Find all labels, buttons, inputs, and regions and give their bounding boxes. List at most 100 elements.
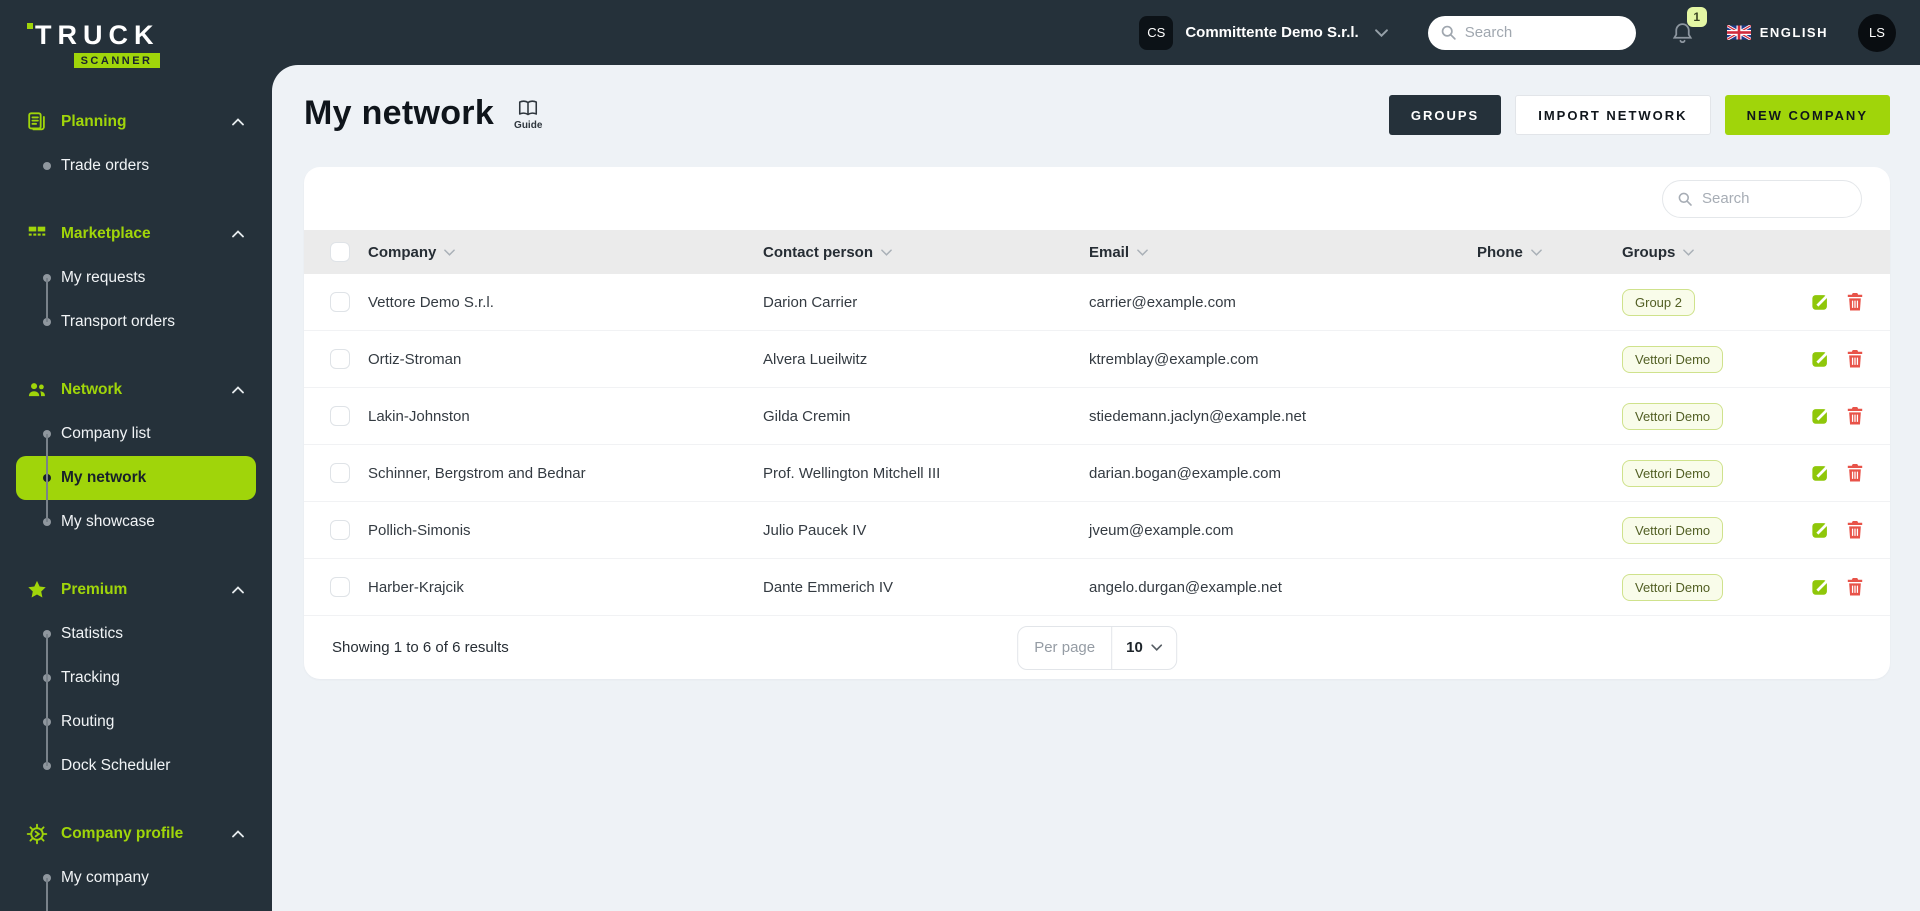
cell-company: Harber-Krajcik xyxy=(368,578,464,596)
column-header-contact-person[interactable]: Contact person xyxy=(763,244,1089,261)
logo-scanner-text: SCANNER xyxy=(73,53,160,68)
row-checkbox[interactable] xyxy=(330,292,350,312)
page-title: My network xyxy=(304,94,495,132)
sidebar-item-my-network[interactable]: My network xyxy=(16,456,256,500)
cell-company: Lakin-Johnston xyxy=(368,407,470,425)
nav-group-planning: Planning Trade orders xyxy=(0,100,272,188)
nav-group-company-profile: Company profile My company xyxy=(0,812,272,911)
import-network-button[interactable]: IMPORT NETWORK xyxy=(1515,95,1711,135)
column-header-email[interactable]: Email xyxy=(1089,244,1477,261)
new-company-button[interactable]: NEW COMPANY xyxy=(1724,95,1890,135)
sidebar-section-marketplace[interactable]: Marketplace xyxy=(0,212,272,256)
select-all-checkbox[interactable] xyxy=(330,242,350,262)
column-header-company[interactable]: Company xyxy=(368,244,763,261)
edit-icon[interactable] xyxy=(1811,520,1831,540)
cell-contact: Alvera Lueilwitz xyxy=(763,350,868,368)
row-checkbox[interactable] xyxy=(330,463,350,483)
sidebar-item-company-list[interactable]: Company list xyxy=(0,412,272,456)
edit-icon[interactable] xyxy=(1811,577,1831,597)
trash-icon[interactable] xyxy=(1846,406,1864,426)
bullet-icon xyxy=(43,718,51,726)
sidebar-item-statistics[interactable]: Statistics xyxy=(0,612,272,656)
sidebar-nav: Planning Trade orders Marketplace My req… xyxy=(0,100,272,911)
sort-chevron-icon xyxy=(881,248,892,256)
bullet-icon xyxy=(43,630,51,638)
sort-chevron-icon xyxy=(444,248,456,256)
per-page-selector[interactable]: Per page 10 xyxy=(1017,625,1177,670)
edit-icon[interactable] xyxy=(1811,406,1831,426)
column-header-groups[interactable]: Groups xyxy=(1622,244,1805,261)
row-checkbox[interactable] xyxy=(330,406,350,426)
organization-selector[interactable]: CS Committente Demo S.r.l. xyxy=(1139,15,1388,50)
trash-icon[interactable] xyxy=(1846,577,1864,597)
uk-flag-icon xyxy=(1726,25,1751,40)
chevron-up-icon xyxy=(232,118,244,126)
sidebar-item-label: Transport orders xyxy=(61,313,175,330)
sidebar-item-trade-orders[interactable]: Trade orders xyxy=(0,144,272,188)
row-checkbox[interactable] xyxy=(330,349,350,369)
table-search-input[interactable] xyxy=(1702,190,1847,207)
cell-email: carrier@example.com xyxy=(1089,293,1236,311)
sidebar-item-my-company[interactable]: My company xyxy=(0,856,272,900)
sidebar-section-planning[interactable]: Planning xyxy=(0,100,272,144)
guide-button[interactable]: Guide xyxy=(514,99,542,131)
row-checkbox[interactable] xyxy=(330,577,350,597)
logo-truck-text: TRUCK xyxy=(26,22,160,49)
sort-chevron-icon xyxy=(1531,248,1542,256)
sidebar-item-label: Routing xyxy=(61,713,115,730)
cell-contact: Gilda Cremin xyxy=(763,407,851,425)
sort-chevron-icon xyxy=(1137,248,1148,256)
group-badge: Vettori Demo xyxy=(1622,459,1724,487)
table-footer: Showing 1 to 6 of 6 results Per page 10 xyxy=(304,616,1890,679)
sidebar-section-network[interactable]: Network xyxy=(0,368,272,412)
edit-icon[interactable] xyxy=(1811,292,1831,312)
sidebar-item-transport-orders[interactable]: Transport orders xyxy=(0,300,272,344)
sidebar-section-label: Network xyxy=(61,381,123,398)
edit-icon[interactable] xyxy=(1811,349,1831,369)
people-icon xyxy=(26,379,48,401)
cell-company: Schinner, Bergstrom and Bednar xyxy=(368,464,586,482)
language-selector[interactable]: ENGLISH xyxy=(1726,25,1828,40)
chevron-up-icon xyxy=(232,386,244,394)
sidebar-item-label: Company list xyxy=(61,425,151,442)
edit-icon[interactable] xyxy=(1811,463,1831,483)
sidebar-section-label: Company profile xyxy=(61,825,184,842)
global-search-input[interactable] xyxy=(1464,24,1624,41)
sidebar-item-label: Statistics xyxy=(61,625,124,642)
sidebar-item-my-showcase[interactable]: My showcase xyxy=(0,500,272,544)
column-header-phone[interactable]: Phone xyxy=(1477,244,1622,261)
sidebar-section-label: Marketplace xyxy=(61,225,151,242)
sidebar-item-dock-scheduler[interactable]: Dock Scheduler xyxy=(0,744,272,788)
group-badge: Group 2 xyxy=(1622,288,1695,316)
sidebar-item-label: Trade orders xyxy=(61,157,150,174)
bullet-icon xyxy=(43,674,51,682)
table-row: Vettore Demo S.r.l. Darion Carrier carri… xyxy=(304,274,1890,331)
sidebar-section-premium[interactable]: Premium xyxy=(0,568,272,612)
guide-label: Guide xyxy=(514,120,543,131)
trash-icon[interactable] xyxy=(1846,520,1864,540)
bullet-icon xyxy=(43,318,51,326)
organization-name: Committente Demo S.r.l. xyxy=(1185,24,1359,41)
sidebar-section-company-profile[interactable]: Company profile xyxy=(0,812,272,856)
cell-company: Vettore Demo S.r.l. xyxy=(368,293,494,311)
group-badge: Vettori Demo xyxy=(1622,516,1724,544)
sidebar-item-routing[interactable]: Routing xyxy=(0,700,272,744)
sidebar-item-my-requests[interactable]: My requests xyxy=(0,256,272,300)
trash-icon[interactable] xyxy=(1846,349,1864,369)
search-icon xyxy=(1677,191,1693,207)
groups-button[interactable]: GROUPS xyxy=(1388,95,1502,135)
orders-icon xyxy=(26,111,48,133)
group-badge: Vettori Demo xyxy=(1622,402,1724,430)
per-page-label: Per page xyxy=(1018,626,1113,669)
notifications-button[interactable]: 1 xyxy=(1670,7,1707,45)
page-header: My network Guide GROUPS IMPORT NETWORK N… xyxy=(304,94,1890,141)
sidebar-item-tracking[interactable]: Tracking xyxy=(0,656,272,700)
sidebar-section-label: Planning xyxy=(61,113,127,130)
user-avatar[interactable]: LS xyxy=(1858,13,1896,52)
row-checkbox[interactable] xyxy=(330,520,350,540)
cell-contact: Dante Emmerich IV xyxy=(763,578,894,596)
trash-icon[interactable] xyxy=(1846,292,1864,312)
trash-icon[interactable] xyxy=(1846,463,1864,483)
sidebar-item-label: My requests xyxy=(61,269,146,286)
organization-initials-badge: CS xyxy=(1139,15,1174,50)
